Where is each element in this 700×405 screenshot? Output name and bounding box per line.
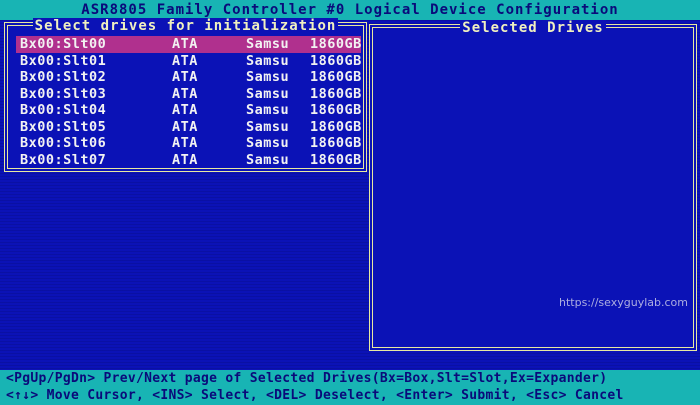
drive-vendor: Samsu (246, 135, 290, 151)
drive-row[interactable]: Bx00:Slt07 ATA Samsu 1860GB (16, 152, 361, 169)
drive-id: Bx00:Slt04 (20, 102, 107, 118)
drive-id: Bx00:Slt03 (20, 85, 107, 102)
drive-id: Bx00:Slt06 (20, 135, 107, 151)
drive-selection-panel-title: Select drives for initialization (32, 18, 339, 34)
drive-size: 1860GB (310, 36, 362, 52)
drive-type: ATA (172, 102, 198, 118)
drive-row[interactable]: Bx00:Slt03 ATA Samsu 1860GB (16, 86, 361, 103)
drive-vendor: Samsu (246, 52, 290, 69)
status-line-2: <↑↓> Move Cursor, <INS> Select, <DEL> De… (6, 388, 624, 403)
drive-size: 1860GB (310, 85, 362, 102)
drive-row[interactable]: Bx00:Slt00 ATA Samsu 1860GB (16, 36, 361, 53)
drive-size: 1860GB (310, 102, 362, 118)
drive-size: 1860GB (310, 151, 362, 168)
selected-drives-panel-title-wrap: Selected Drives (373, 17, 693, 36)
drive-type: ATA (172, 135, 198, 151)
bios-screen: ASR8805 Family Controller #0 Logical Dev… (0, 0, 700, 405)
selected-drives-panel-title: Selected Drives (460, 20, 606, 36)
drive-size: 1860GB (310, 135, 362, 151)
drive-vendor: Samsu (246, 85, 290, 102)
drive-type: ATA (172, 52, 198, 69)
drive-list: Bx00:Slt00 ATA Samsu 1860GB Bx00:Slt01 ATA Sam… (16, 36, 361, 168)
drive-row[interactable]: Bx00:Slt05 ATA Samsu 1860GB (16, 119, 361, 136)
drive-selection-panel-title-wrap: Select drives for initialization (8, 15, 363, 34)
drive-vendor: Samsu (246, 69, 290, 85)
drive-type: ATA (172, 151, 198, 168)
drive-type: ATA (172, 118, 198, 135)
drive-id: Bx00:Slt02 (20, 69, 107, 85)
drive-type: ATA (172, 69, 198, 85)
status-bar: <PgUp/PgDn> Prev/Next page of Selected D… (0, 370, 700, 405)
drive-id: Bx00:Slt01 (20, 52, 107, 69)
drive-vendor: Samsu (246, 151, 290, 168)
drive-selection-panel: Select drives for initialization Bx00:Sl… (4, 18, 367, 172)
drive-vendor: Samsu (246, 36, 290, 52)
drive-row[interactable]: Bx00:Slt02 ATA Samsu 1860GB (16, 69, 361, 86)
drive-row[interactable]: Bx00:Slt06 ATA Samsu 1860GB (16, 135, 361, 152)
drive-size: 1860GB (310, 52, 362, 69)
drive-row[interactable]: Bx00:Slt01 ATA Samsu 1860GB (16, 53, 361, 70)
drive-row[interactable]: Bx00:Slt04 ATA Samsu 1860GB (16, 102, 361, 119)
drive-type: ATA (172, 36, 198, 52)
status-line-1: <PgUp/PgDn> Prev/Next page of Selected D… (6, 371, 608, 386)
drive-size: 1860GB (310, 69, 362, 85)
watermark-text: https://sexyguylab.com (559, 296, 688, 309)
drive-vendor: Samsu (246, 118, 290, 135)
drive-vendor: Samsu (246, 102, 290, 118)
drive-id: Bx00:Slt05 (20, 118, 107, 135)
drive-size: 1860GB (310, 118, 362, 135)
drive-type: ATA (172, 85, 198, 102)
drive-id: Bx00:Slt07 (20, 151, 107, 168)
drive-id: Bx00:Slt00 (20, 36, 107, 52)
